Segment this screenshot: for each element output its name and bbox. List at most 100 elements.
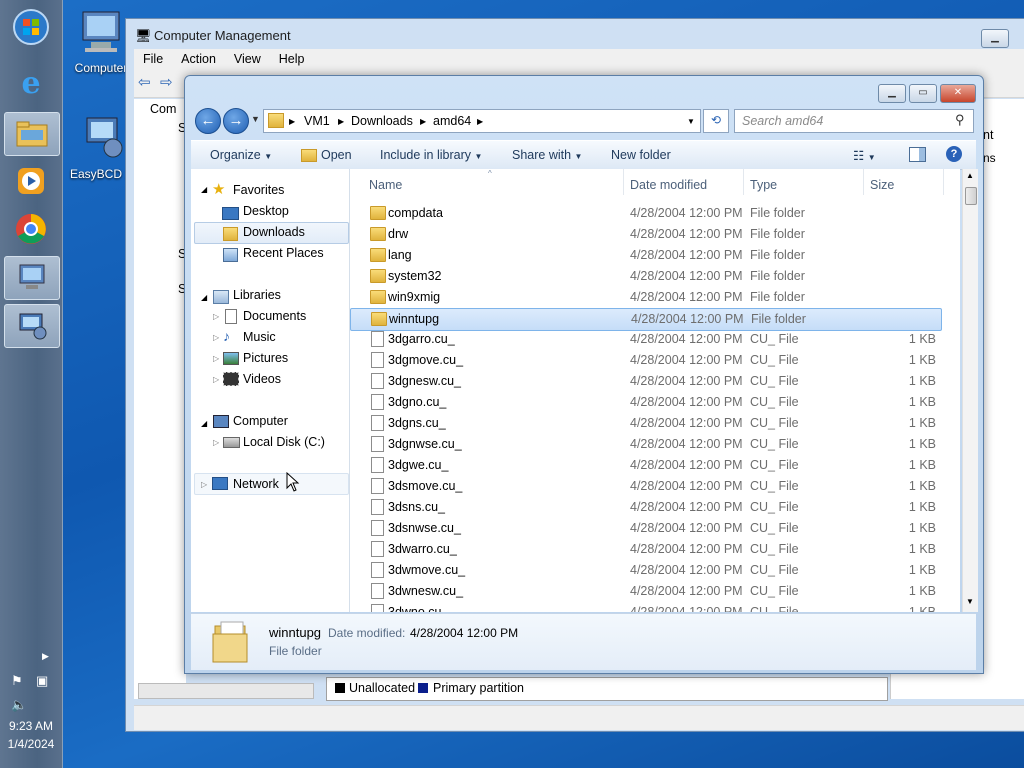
nav-recent-places[interactable]: Recent Places: [243, 246, 324, 260]
actions-more[interactable]: ns: [983, 151, 996, 165]
back-icon[interactable]: ⇦: [138, 73, 151, 91]
file-row[interactable]: 3dwno.cu_ 4/28/2004 12:00 PM CU_ File 1 KB: [350, 602, 940, 612]
refresh-button[interactable]: ⟲: [703, 109, 729, 133]
collapse-arrow-icon[interactable]: ▷: [213, 333, 219, 342]
file-row[interactable]: system32 4/28/2004 12:00 PM File folder: [350, 266, 940, 287]
help-icon[interactable]: ?: [946, 146, 962, 162]
open-button[interactable]: Open: [321, 148, 352, 162]
file-row[interactable]: 3dsns.cu_ 4/28/2004 12:00 PM CU_ File 1 KB: [350, 497, 940, 518]
include-in-library-button[interactable]: Include in library ▼: [380, 148, 482, 162]
horizontal-scrollbar[interactable]: [138, 683, 314, 699]
nav-documents[interactable]: Documents: [243, 309, 306, 323]
file-row[interactable]: 3dgns.cu_ 4/28/2004 12:00 PM CU_ File 1 KB: [350, 413, 940, 434]
close-button[interactable]: ✕: [940, 84, 976, 103]
nav-downloads[interactable]: Downloads: [243, 225, 305, 239]
taskbar-easybcd[interactable]: [4, 304, 60, 348]
nav-favorites[interactable]: Favorites: [233, 183, 284, 197]
expand-arrow-icon[interactable]: ◢: [201, 293, 207, 302]
computer-icon: [213, 415, 229, 428]
file-row[interactable]: 3dwarro.cu_ 4/28/2004 12:00 PM CU_ File 1 K…: [350, 539, 940, 560]
scroll-down-icon[interactable]: ▼: [966, 597, 974, 606]
new-folder-button[interactable]: New folder: [611, 148, 671, 162]
file-row[interactable]: 3dgmove.cu_ 4/28/2004 12:00 PM CU_ File 1 K…: [350, 350, 940, 371]
collapse-arrow-icon[interactable]: ▷: [201, 480, 207, 489]
collapse-arrow-icon[interactable]: ▷: [213, 354, 219, 363]
recent-pages-chevron-icon[interactable]: ▼: [251, 114, 260, 124]
file-row[interactable]: 3dgno.cu_ 4/28/2004 12:00 PM CU_ File 1 KB: [350, 392, 940, 413]
menu-view[interactable]: View: [225, 49, 270, 69]
views-icon[interactable]: ☷ ▼: [853, 148, 876, 163]
back-button[interactable]: ←: [195, 108, 221, 134]
breadcrumb-downloads[interactable]: Downloads: [351, 114, 413, 128]
collapse-arrow-icon[interactable]: ▷: [213, 312, 219, 321]
nav-network[interactable]: Network: [233, 477, 279, 491]
taskbar-media-player[interactable]: [4, 160, 58, 202]
minimize-button[interactable]: ▁: [878, 84, 906, 103]
breadcrumb-amd64[interactable]: amd64: [433, 114, 471, 128]
folder-icon: [370, 206, 386, 220]
file-row[interactable]: 3dsnwse.cu_ 4/28/2004 12:00 PM CU_ File 1 K…: [350, 518, 940, 539]
preview-pane-icon[interactable]: [909, 147, 926, 162]
menu-action[interactable]: Action: [172, 49, 225, 69]
file-row[interactable]: compdata 4/28/2004 12:00 PM File folder: [350, 203, 940, 224]
breadcrumb-arrow-icon[interactable]: ▶: [338, 117, 344, 126]
menu-help[interactable]: Help: [270, 49, 314, 69]
column-date-modified[interactable]: Date modified: [630, 178, 707, 192]
action-center-flag-icon[interactable]: ⚑: [11, 673, 23, 689]
organize-button[interactable]: Organize ▼: [210, 148, 272, 162]
file-row[interactable]: 3dwnesw.cu_ 4/28/2004 12:00 PM CU_ File 1 K…: [350, 581, 940, 602]
tree-item-root[interactable]: Com: [150, 102, 176, 116]
file-row[interactable]: 3dgnesw.cu_ 4/28/2004 12:00 PM CU_ File 1 K…: [350, 371, 940, 392]
file-row[interactable]: lang 4/28/2004 12:00 PM File folder: [350, 245, 940, 266]
volume-muted-icon[interactable]: 🔈: [11, 697, 27, 713]
breadcrumb-vm1[interactable]: VM1: [304, 114, 330, 128]
column-type[interactable]: Type: [750, 178, 777, 192]
scroll-thumb[interactable]: [965, 187, 977, 205]
collapse-arrow-icon[interactable]: ▷: [213, 438, 219, 447]
address-bar[interactable]: ▶ VM1 ▶ Downloads ▶ amd64 ▶ ▼: [263, 109, 701, 133]
collapse-arrow-icon[interactable]: ▷: [213, 375, 219, 384]
tray-expand-icon[interactable]: ▶: [42, 651, 49, 662]
expand-arrow-icon[interactable]: ◢: [201, 185, 207, 194]
breadcrumb-arrow-icon[interactable]: ▶: [477, 117, 483, 126]
file-row[interactable]: 3dgwe.cu_ 4/28/2004 12:00 PM CU_ File 1 KB: [350, 455, 940, 476]
maximize-button[interactable]: ▭: [909, 84, 937, 103]
forward-icon[interactable]: ⇨: [160, 73, 173, 91]
taskbar-computer-management[interactable]: [4, 256, 60, 300]
breadcrumb-arrow-icon[interactable]: ▶: [289, 117, 295, 126]
file-row[interactable]: 3dgnwse.cu_ 4/28/2004 12:00 PM CU_ File 1 K…: [350, 434, 940, 455]
file-row[interactable]: 3dsmove.cu_ 4/28/2004 12:00 PM CU_ File 1 K…: [350, 476, 940, 497]
nav-desktop[interactable]: Desktop: [243, 204, 289, 218]
nav-pictures[interactable]: Pictures: [243, 351, 288, 365]
nav-videos[interactable]: Videos: [243, 372, 281, 386]
forward-button[interactable]: →: [223, 108, 249, 134]
nav-music[interactable]: Music: [243, 330, 276, 344]
nav-local-disk[interactable]: Local Disk (C:): [243, 435, 325, 449]
file-row[interactable]: drw 4/28/2004 12:00 PM File folder: [350, 224, 940, 245]
search-icon[interactable]: ⚲: [955, 112, 965, 128]
clock-date[interactable]: 1/4/2024: [0, 737, 62, 751]
taskbar-explorer[interactable]: [4, 112, 60, 156]
address-dropdown-icon[interactable]: ▼: [687, 117, 695, 126]
file-row[interactable]: win9xmig 4/28/2004 12:00 PM File folder: [350, 287, 940, 308]
menu-file[interactable]: File: [134, 49, 172, 69]
vertical-scrollbar[interactable]: ▲ ▼: [962, 169, 978, 612]
file-row[interactable]: 3dgarro.cu_ 4/28/2004 12:00 PM CU_ File 1 K…: [350, 329, 940, 350]
clock-time[interactable]: 9:23 AM: [0, 719, 62, 733]
file-row[interactable]: winntupg 4/28/2004 12:00 PM File folder: [350, 308, 942, 331]
nav-libraries[interactable]: Libraries: [233, 288, 281, 302]
file-row[interactable]: 3dwmove.cu_ 4/28/2004 12:00 PM CU_ File 1 K…: [350, 560, 940, 581]
network-icon[interactable]: ▣: [36, 673, 48, 689]
expand-arrow-icon[interactable]: ◢: [201, 419, 207, 428]
share-with-button[interactable]: Share with ▼: [512, 148, 582, 162]
scroll-up-icon[interactable]: ▲: [966, 171, 974, 180]
taskbar-chrome[interactable]: [4, 208, 58, 250]
breadcrumb-arrow-icon[interactable]: ▶: [420, 117, 426, 126]
taskbar-ie[interactable]: e: [4, 62, 58, 104]
search-box[interactable]: Search amd64 ⚲: [734, 109, 974, 133]
column-size[interactable]: Size: [870, 178, 894, 192]
minimize-button[interactable]: ▁: [981, 29, 1009, 48]
nav-computer[interactable]: Computer: [233, 414, 288, 428]
column-name[interactable]: Name: [369, 178, 402, 192]
start-orb[interactable]: [4, 6, 58, 48]
